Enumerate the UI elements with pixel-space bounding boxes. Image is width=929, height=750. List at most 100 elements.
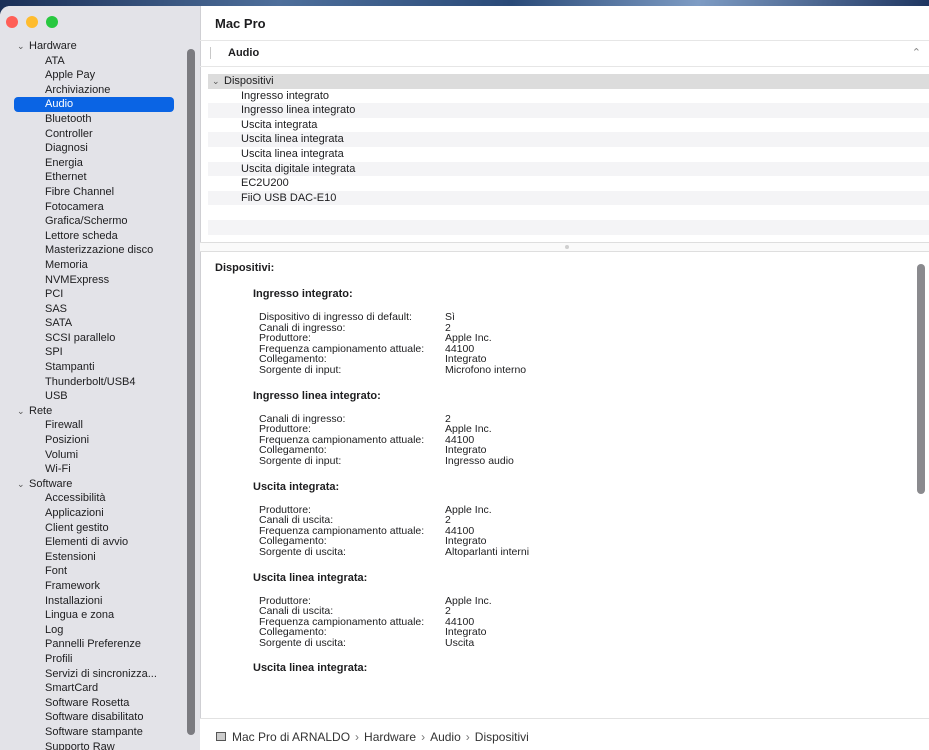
page-title: Mac Pro: [215, 16, 266, 31]
sidebar-item-label: SATA: [45, 317, 73, 330]
property-list: Produttore: Apple Inc. Canali di uscita: 2 F…: [259, 595, 895, 649]
sidebar-item-label: Wi-Fi: [45, 463, 71, 476]
sidebar-item[interactable]: Software Rosetta: [14, 696, 174, 711]
sidebar-item[interactable]: Fibre Channel: [14, 185, 174, 200]
sidebar-item[interactable]: Lettore scheda: [14, 229, 174, 244]
property-row: Collegamento: Integrato: [259, 445, 895, 456]
sidebar-item[interactable]: Accessibilità: [14, 491, 174, 506]
sidebar-item[interactable]: Firewall: [14, 418, 174, 433]
sidebar-item[interactable]: Framework: [14, 579, 174, 594]
sidebar-item[interactable]: SmartCard: [14, 681, 174, 696]
sidebar-item[interactable]: Stampanti: [14, 360, 174, 375]
device-name: Ingresso integrato:: [253, 288, 353, 300]
breadcrumb-item[interactable]: Audio: [430, 730, 461, 744]
sidebar-item-label: Software stampante: [45, 725, 143, 738]
sidebar-item[interactable]: Software disabilitato: [14, 710, 174, 725]
split-handle-icon[interactable]: [565, 245, 569, 249]
breadcrumb-item[interactable]: Dispositivi: [475, 730, 529, 744]
sidebar-item[interactable]: ATA: [14, 54, 174, 69]
sidebar-item[interactable]: Energia: [14, 156, 174, 171]
tree-item[interactable]: Uscita linea integrata: [208, 132, 929, 147]
sidebar-item[interactable]: Estensioni: [14, 550, 174, 565]
property-key: Sorgente di uscita:: [259, 636, 346, 649]
sidebar-item[interactable]: Archiviazione: [14, 83, 174, 98]
breadcrumb-item[interactable]: Mac Pro di ARNALDO: [232, 730, 350, 744]
property-row: Frequenza campionamento attuale: 44100: [259, 344, 895, 355]
sidebar-item[interactable]: Posizioni: [14, 433, 174, 448]
sidebar-item-label: Profili: [45, 652, 73, 665]
chevron-down-icon[interactable]: ⌄: [17, 39, 29, 54]
sidebar-item[interactable]: Client gestito: [14, 521, 174, 536]
sidebar-item[interactable]: SATA: [14, 316, 174, 331]
property-key: Sorgente di uscita:: [259, 545, 346, 558]
sidebar-item[interactable]: Ethernet: [14, 170, 174, 185]
sidebar-item[interactable]: Controller: [14, 127, 174, 142]
tree-item[interactable]: FiiO USB DAC-E10: [208, 190, 929, 206]
main-pane: Mac Pro Audio ⌃ ⌄ Dispositivi Ingresso in…: [200, 6, 929, 750]
sidebar-item[interactable]: Volumi: [14, 448, 174, 463]
close-button[interactable]: [6, 16, 18, 28]
sidebar-item-label: Posizioni: [45, 434, 90, 447]
sidebar-item[interactable]: Lingua e zona: [14, 608, 174, 623]
tree-item[interactable]: Uscita integrata: [208, 118, 929, 133]
sidebar-item-label: SAS: [45, 302, 68, 315]
sidebar: ⌄ Hardware ATA Apple Pay Archiviazione Audio B…: [0, 6, 201, 750]
zoom-button[interactable]: [46, 16, 58, 28]
chevron-down-icon[interactable]: ⌄: [17, 404, 29, 419]
property-value: Ingresso audio: [445, 454, 514, 467]
sidebar-item[interactable]: SAS: [14, 302, 174, 317]
property-row: Collegamento: Integrato: [259, 627, 895, 638]
chevron-down-icon[interactable]: ⌄: [17, 477, 29, 492]
sidebar-group[interactable]: ⌄ Rete: [14, 404, 174, 419]
sidebar-item[interactable]: Servizi di sincronizza...: [14, 667, 174, 682]
device-name: Uscita linea integrata:: [253, 662, 368, 675]
sidebar-item[interactable]: Masterizzazione disco: [14, 243, 174, 258]
breadcrumb-item[interactable]: Hardware: [364, 730, 416, 744]
sidebar-item[interactable]: Log: [14, 623, 174, 638]
tree-item[interactable]: Uscita linea integrata: [208, 147, 929, 162]
minimize-button[interactable]: [26, 16, 38, 28]
sidebar-group[interactable]: ⌄ Hardware: [14, 39, 174, 54]
sidebar-item[interactable]: Bluetooth: [14, 112, 174, 127]
sidebar-item[interactable]: Wi-Fi: [14, 462, 174, 477]
tree-empty-row: [208, 219, 929, 235]
sidebar-item[interactable]: NVMExpress: [14, 273, 174, 288]
tree-item[interactable]: EC2U200: [208, 176, 929, 191]
property-value: Microfono interno: [445, 363, 527, 376]
sidebar-item[interactable]: Elementi di avvio: [14, 535, 174, 550]
sidebar-item[interactable]: Supporto Raw: [14, 740, 174, 750]
sidebar-group[interactable]: ⌄ Software: [14, 477, 174, 492]
sidebar-item[interactable]: PCI: [14, 287, 174, 302]
chevron-up-icon[interactable]: ⌃: [912, 46, 921, 59]
sidebar-item[interactable]: Fotocamera: [14, 200, 174, 215]
chevron-down-icon[interactable]: ⌄: [212, 74, 224, 89]
sidebar-item-label: Diagnosi: [45, 142, 88, 155]
sidebar-item[interactable]: Profili: [14, 652, 174, 667]
tree-item[interactable]: Uscita digitale integrata: [208, 161, 929, 177]
sidebar-item[interactable]: Apple Pay: [14, 68, 174, 83]
sidebar-item[interactable]: Audio: [14, 97, 174, 112]
tree-item[interactable]: Ingresso linea integrato: [208, 103, 929, 118]
split-divider[interactable]: [200, 242, 929, 252]
sidebar-item[interactable]: SCSI parallelo: [14, 331, 174, 346]
sidebar-item[interactable]: Software stampante: [14, 725, 174, 740]
sidebar-item[interactable]: Diagnosi: [14, 141, 174, 156]
sidebar-item[interactable]: SPI: [14, 345, 174, 360]
sidebar-item[interactable]: Memoria: [14, 258, 174, 273]
tree-item[interactable]: Ingresso integrato: [208, 89, 929, 104]
sidebar-item-label: Framework: [45, 579, 101, 592]
sidebar-item[interactable]: Applicazioni: [14, 506, 174, 521]
sidebar-item-label: Archiviazione: [45, 83, 111, 96]
property-row: Frequenza campionamento attuale: 44100: [259, 617, 895, 628]
sidebar-item[interactable]: Installazioni: [14, 594, 174, 609]
sidebar-item[interactable]: Thunderbolt/USB4: [14, 375, 174, 390]
sidebar-item[interactable]: USB: [14, 389, 174, 404]
section-header[interactable]: Audio ⌃: [200, 40, 929, 67]
sidebar-scrollbar[interactable]: [187, 49, 195, 735]
sidebar-item-label: SPI: [45, 346, 63, 359]
sidebar-item[interactable]: Grafica/Schermo: [14, 214, 174, 229]
sidebar-item[interactable]: Pannelli Preferenze: [14, 637, 174, 652]
tree-group-dispositivi[interactable]: ⌄ Dispositivi: [208, 74, 929, 89]
detail-scrollbar[interactable]: [917, 264, 925, 494]
sidebar-item[interactable]: Font: [14, 564, 174, 579]
